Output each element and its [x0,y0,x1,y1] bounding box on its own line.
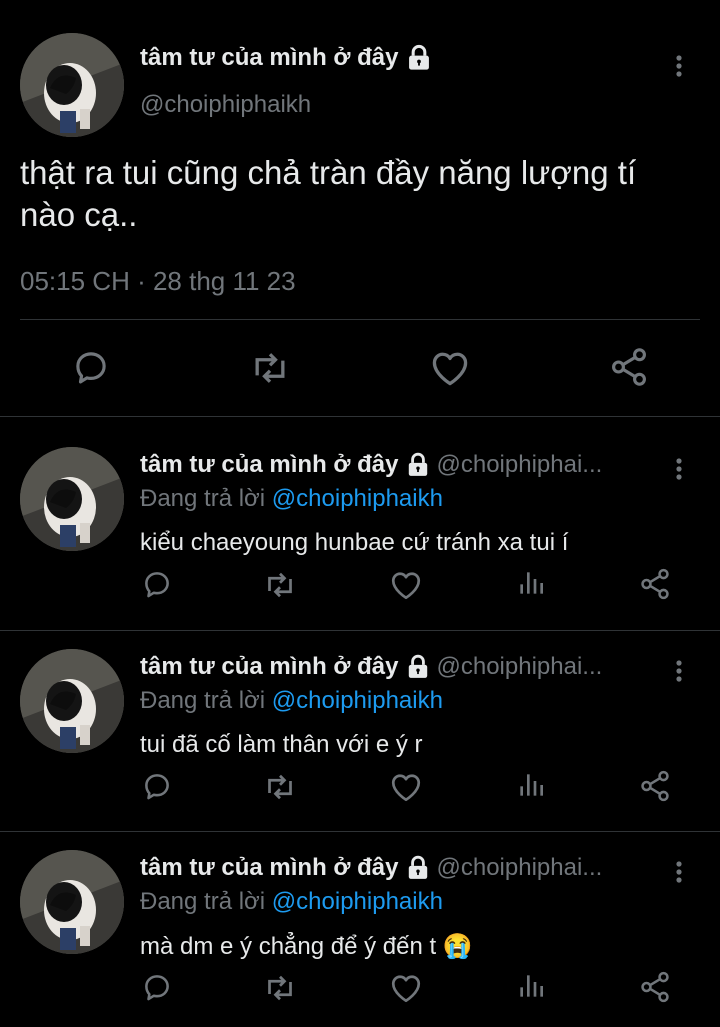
replying-to: Đang trả lời @choiphiphaikh [140,888,443,916]
like-button[interactable] [428,346,472,390]
views-button[interactable] [515,567,547,599]
author-row: tâm tư của mình ở đây [140,44,433,72]
replying-to: Đang trả lời @choiphiphaikh [140,687,443,715]
replying-prefix: Đang trả lời [140,485,266,512]
like-icon [388,970,424,1006]
tweet-actions [0,346,720,390]
retweet-icon [262,769,298,805]
author-row: tâm tư của mình ở đây @choiphiphai... [140,854,660,882]
more-icon[interactable] [667,52,691,80]
replying-to: Đang trả lời @choiphiphaikh [140,485,443,513]
lock-icon [405,855,431,881]
share-button[interactable] [608,346,650,388]
more-icon[interactable] [667,657,691,685]
retweet-button[interactable] [262,567,298,603]
share-icon [638,970,672,1004]
like-button[interactable] [388,769,424,805]
tweet-timestamp[interactable]: 05:15 CH · 28 thg 11 23 [20,266,296,297]
views-button[interactable] [515,769,547,801]
tweet-text: tui đã cố làm thân với e ý r [140,731,423,758]
reply-button[interactable] [70,346,112,388]
author-handle[interactable]: @choiphiphai... [437,451,603,479]
tweet-text: thật ra tui cũng chả tràn đầy năng lượng… [20,154,637,233]
author-row: tâm tư của mình ở đây @choiphiphai... [140,653,660,681]
author-handle[interactable]: @choiphiphai... [437,653,603,681]
reply-tweet[interactable]: tâm tư của mình ở đây @choiphiphai... Đa… [0,820,720,1020]
views-button[interactable] [515,970,547,1002]
reply-icon [70,346,112,388]
share-button[interactable] [638,769,672,803]
reply-tweet[interactable]: tâm tư của mình ở đây @choiphiphai... Đa… [0,619,720,819]
share-button[interactable] [638,567,672,601]
reply-icon [140,567,174,601]
retweet-button[interactable] [262,769,298,805]
retweet-icon [262,970,298,1006]
share-icon [638,769,672,803]
avatar[interactable] [20,447,124,551]
author-row: tâm tư của mình ở đây @choiphiphai... [140,451,660,479]
retweet-icon [262,567,298,603]
tweet-actions [0,769,720,805]
avatar[interactable] [20,33,124,137]
share-icon [638,567,672,601]
views-icon [515,567,547,599]
replying-prefix: Đang trả lời [140,687,266,714]
tweet-text: mà dm e ý chẳng để ý đến t 😭 [140,933,473,960]
main-tweet: tâm tư của mình ở đây @choiphiphaikh thậ… [0,0,720,416]
display-name[interactable]: tâm tư của mình ở đây [140,653,399,681]
reply-tweet[interactable]: tâm tư của mình ở đây @choiphiphai... Đa… [0,417,720,617]
more-icon[interactable] [667,455,691,483]
display-name[interactable]: tâm tư của mình ở đây [140,44,399,72]
retweet-button[interactable] [262,970,298,1006]
more-icon[interactable] [667,858,691,886]
lock-icon [405,452,431,478]
display-name[interactable]: tâm tư của mình ở đây [140,854,399,882]
avatar[interactable] [20,850,124,954]
avatar-image [20,33,124,137]
avatar-image [20,850,124,954]
reply-button[interactable] [140,970,174,1004]
reply-icon [140,769,174,803]
divider [20,319,700,320]
avatar-image [20,649,124,753]
author-handle[interactable]: @choiphiphaikh [140,91,311,119]
like-icon [388,769,424,805]
replying-prefix: Đang trả lời [140,888,266,915]
retweet-icon [248,346,292,390]
reply-button[interactable] [140,567,174,601]
retweet-button[interactable] [248,346,292,390]
like-icon [428,346,472,390]
lock-icon [405,654,431,680]
avatar-image [20,447,124,551]
share-button[interactable] [638,970,672,1004]
replying-to-handle[interactable]: @choiphiphaikh [272,687,443,714]
replying-to-handle[interactable]: @choiphiphaikh [272,485,443,512]
reply-icon [140,970,174,1004]
lock-icon [405,44,433,72]
display-name[interactable]: tâm tư của mình ở đây [140,451,399,479]
replying-to-handle[interactable]: @choiphiphaikh [272,888,443,915]
avatar[interactable] [20,649,124,753]
reply-button[interactable] [140,769,174,803]
tweet-actions [0,970,720,1006]
tweet-actions [0,567,720,603]
like-button[interactable] [388,567,424,603]
like-icon [388,567,424,603]
tweet-text: kiểu chaeyoung hunbae cứ tránh xa tui í [140,529,569,556]
views-icon [515,970,547,1002]
like-button[interactable] [388,970,424,1006]
views-icon [515,769,547,801]
author-handle[interactable]: @choiphiphai... [437,854,603,882]
share-icon [608,346,650,388]
